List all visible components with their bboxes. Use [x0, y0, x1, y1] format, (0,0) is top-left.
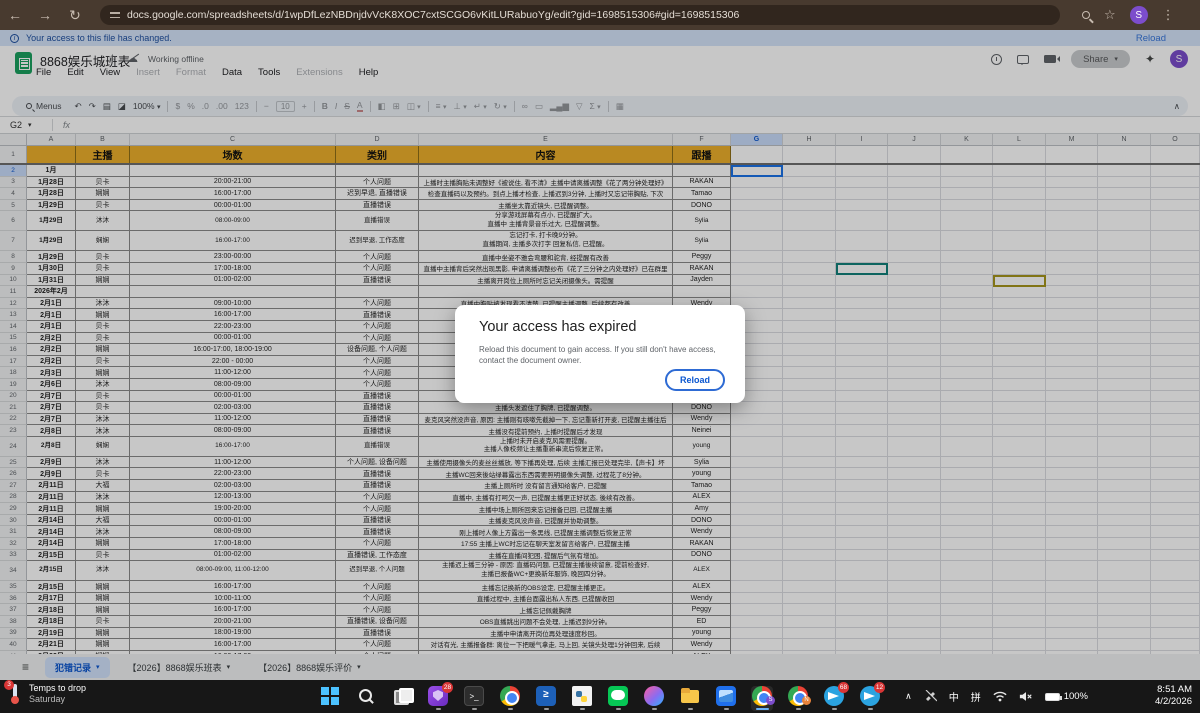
taskbar-app-explorer-icon[interactable] — [679, 686, 701, 711]
pen-muted-icon[interactable] — [924, 690, 937, 703]
battery-indicator[interactable]: 100% — [1045, 691, 1088, 702]
taskbar-app-copilot-icon[interactable] — [643, 686, 665, 711]
taskbar-app-chrome-icon[interactable]: S — [751, 686, 773, 711]
taskbar-app-terminal-icon[interactable]: >_ — [463, 686, 485, 711]
taskbar-app-telegram-icon[interactable]: 68 — [823, 686, 845, 711]
telegram-2-icon: 12 — [860, 686, 880, 706]
powershell-icon: ≥ — [536, 686, 556, 706]
battery-icon — [1045, 693, 1060, 701]
photos-icon — [716, 686, 736, 706]
bookmark-star-icon[interactable]: ☆ — [1104, 7, 1116, 23]
clock-time: 8:51 AM — [1157, 684, 1192, 695]
taskbar-app-line-icon[interactable] — [607, 686, 629, 711]
taskbar-app-task-view-icon[interactable] — [391, 686, 413, 711]
taskbar-app-search-icon[interactable] — [355, 686, 377, 711]
info-icon: i — [10, 34, 19, 43]
file-changed-infobar: i Your access to this file has changed. … — [0, 30, 1200, 46]
profile-badge: S — [766, 696, 775, 705]
copilot-icon — [644, 686, 664, 706]
taskbar-app-start-icon[interactable] — [319, 686, 341, 711]
task-view-icon — [392, 686, 412, 706]
back-icon[interactable]: ← — [0, 7, 30, 23]
system-tray: ∧ 中 拼 100% — [905, 680, 1088, 713]
taskbar-app-photos-icon[interactable] — [715, 686, 737, 711]
search-icon[interactable] — [1082, 11, 1090, 19]
taskbar-app-telegram-2-icon[interactable]: 12 — [859, 686, 881, 711]
ime-mode-indicator[interactable]: 拼 — [971, 689, 981, 704]
taskbar-app-powershell-icon[interactable]: ≥ — [535, 686, 557, 711]
reload-button[interactable]: Reload — [665, 369, 725, 391]
explorer-icon — [680, 686, 700, 706]
url-text[interactable]: docs.google.com/spreadsheets/d/1wpDfLezN… — [127, 9, 739, 21]
volume-muted-icon[interactable] — [1019, 691, 1033, 702]
access-expired-dialog: Your access has expired Reload this docu… — [455, 305, 745, 403]
address-bar[interactable]: docs.google.com/spreadsheets/d/1wpDfLezN… — [100, 5, 1060, 25]
chrome-icon: S — [752, 686, 772, 706]
site-info-icon[interactable] — [110, 11, 120, 19]
browser-profile-avatar[interactable]: S — [1130, 6, 1148, 24]
ime-language-indicator[interactable]: 中 — [949, 689, 959, 704]
infobar-reload-link[interactable]: Reload — [1136, 33, 1166, 44]
screen: ← → ↻ docs.google.com/spreadsheets/d/1wp… — [0, 0, 1200, 713]
weather-widget[interactable]: 3 Temps to drop Saturday — [8, 683, 86, 705]
profile-badge: N — [802, 696, 811, 705]
browser-toolbar: ← → ↻ docs.google.com/spreadsheets/d/1wp… — [0, 0, 1200, 30]
notification-badge: 68 — [838, 682, 849, 693]
telegram-icon: 68 — [824, 686, 844, 706]
notification-badge: 12 — [874, 682, 885, 693]
start-icon — [320, 686, 340, 706]
chrome-secondary-icon — [500, 686, 520, 706]
taskbar-app-defender-icon[interactable]: 28 — [427, 686, 449, 711]
dialog-body: Reload this document to gain access. If … — [479, 344, 721, 366]
search-icon — [356, 686, 376, 706]
reload-icon[interactable]: ↻ — [60, 7, 90, 24]
sheets-page: 8868娱乐城班表 ☆ ☁ Working offline FileEditVi… — [0, 46, 1200, 680]
tray-chevron-icon[interactable]: ∧ — [905, 691, 912, 702]
thermometer-icon: 3 — [8, 683, 22, 705]
taskbar-app-chrome-profile2-icon[interactable]: N — [787, 686, 809, 711]
terminal-icon: >_ — [464, 686, 484, 706]
line-icon — [608, 686, 628, 706]
taskbar-app-python-file-icon[interactable] — [571, 686, 593, 711]
infobar-message: Your access to this file has changed. — [26, 33, 172, 43]
clock-date: 4/2/2026 — [1155, 696, 1192, 707]
taskbar-clock[interactable]: 8:51 AM 4/2/2026 — [1155, 684, 1192, 708]
browser-menu-icon[interactable]: ⋮ — [1162, 7, 1175, 23]
wifi-icon[interactable] — [993, 691, 1007, 702]
windows-taskbar: 3 Temps to drop Saturday 28 >_ ≥ S N 68 12 ∧ 中… — [0, 680, 1200, 713]
weather-subtext: Saturday — [29, 694, 65, 704]
weather-badge: 3 — [4, 680, 14, 690]
notification-badge: 28 — [442, 682, 453, 693]
weather-headline: Temps to drop — [29, 683, 86, 693]
defender-icon: 28 — [428, 686, 448, 706]
python-file-icon — [572, 686, 592, 706]
forward-icon[interactable]: → — [30, 7, 60, 23]
chrome-profile2-icon: N — [788, 686, 808, 706]
dialog-title: Your access has expired — [479, 319, 721, 335]
taskbar-app-chrome-secondary-icon[interactable] — [499, 686, 521, 711]
